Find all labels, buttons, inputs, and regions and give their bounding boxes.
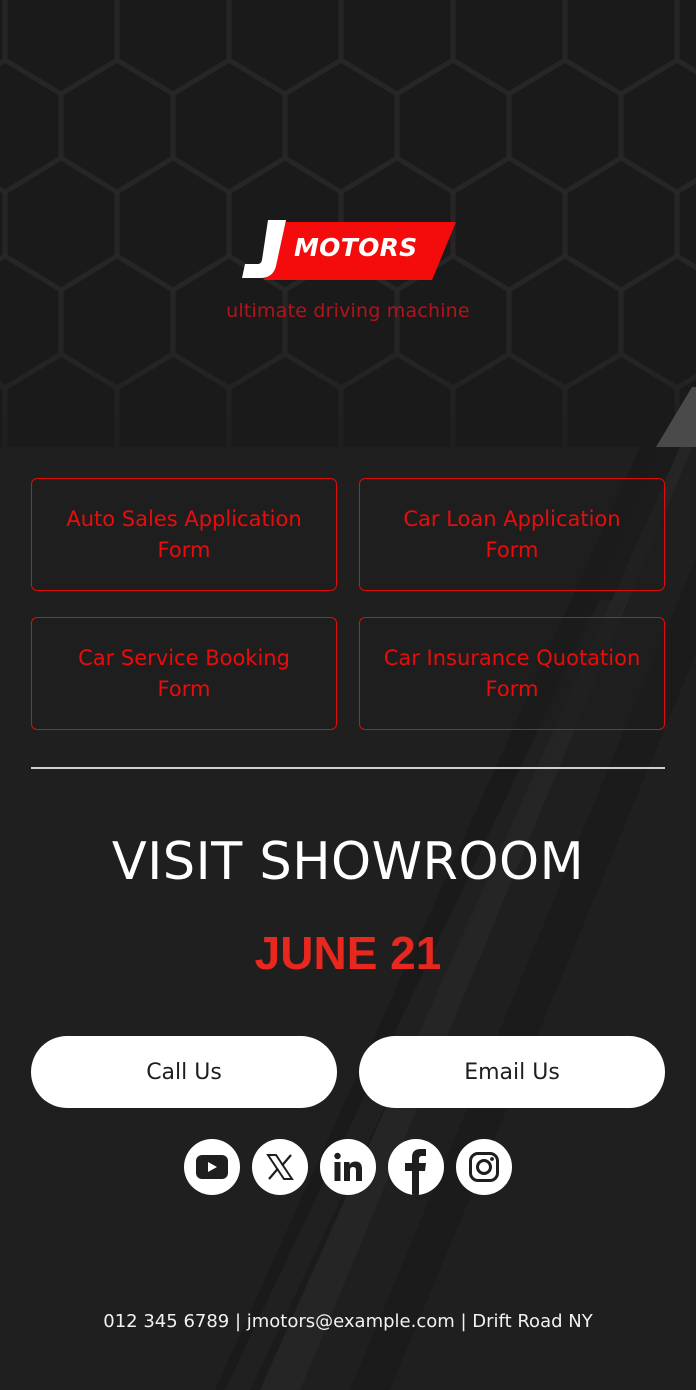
- hexagon-cell: [2, 0, 120, 97]
- email-us-button[interactable]: Email Us: [359, 1036, 665, 1108]
- footer-contact-line: 012 345 6789 | jmotors@example.com | Dri…: [103, 1311, 593, 1332]
- header-corner-accent: [656, 387, 696, 447]
- hexagon-cell: [618, 57, 696, 195]
- header-fade: [0, 327, 696, 447]
- hexagon-cell: [282, 57, 400, 195]
- car-service-form-button[interactable]: Car Service Booking Form: [31, 617, 337, 730]
- linkedin-link[interactable]: [320, 1139, 376, 1195]
- logo-j-mark: [242, 220, 286, 278]
- hexagon-cell: [450, 155, 568, 293]
- hexagon-cell: [562, 0, 680, 97]
- header-banner: MOTORS ultimate driving machine: [0, 0, 696, 447]
- hexagon-cell: [226, 0, 344, 97]
- form-links-grid: Auto Sales Application Form Car Loan App…: [31, 478, 665, 730]
- logo-wordmark: MOTORS: [294, 233, 418, 262]
- auto-sales-form-button[interactable]: Auto Sales Application Form: [31, 478, 337, 591]
- instagram-link[interactable]: [456, 1139, 512, 1195]
- hexagon-cell: [394, 57, 512, 195]
- hexagon-cell: [674, 177, 696, 271]
- instagram-icon: [469, 1152, 499, 1182]
- youtube-link[interactable]: [184, 1139, 240, 1195]
- linkedin-icon: [334, 1152, 362, 1181]
- car-loan-form-button[interactable]: Car Loan Application Form: [359, 478, 665, 591]
- hexagon-cell: [674, 0, 696, 75]
- hexagon-cell: [58, 57, 176, 195]
- facebook-link[interactable]: [388, 1139, 444, 1195]
- social-links: [0, 1139, 696, 1195]
- hexagon-cell: [506, 57, 624, 195]
- page: MOTORS ultimate driving machine Auto Sal…: [0, 0, 696, 1390]
- brand-tagline: ultimate driving machine: [226, 300, 470, 322]
- contact-buttons: Call Us Email Us: [31, 1036, 665, 1108]
- event-date: JUNE 21: [254, 927, 442, 979]
- hexagon-cell: [170, 57, 288, 195]
- car-insurance-form-button[interactable]: Car Insurance Quotation Form: [359, 617, 665, 730]
- x-icon: [266, 1154, 294, 1180]
- hexagon-cell: [0, 57, 64, 195]
- hexagon-cell: [114, 0, 232, 97]
- section-divider: [31, 767, 665, 769]
- brand-logo[interactable]: MOTORS: [238, 220, 460, 284]
- facebook-icon: [405, 1149, 426, 1195]
- call-us-button[interactable]: Call Us: [31, 1036, 337, 1108]
- youtube-icon: [196, 1155, 228, 1179]
- hexagon-cell: [562, 155, 680, 293]
- hexagon-cell: [2, 155, 120, 293]
- hexagon-cell: [114, 155, 232, 293]
- hexagon-cell: [338, 0, 456, 97]
- event-title: VISIT SHOWROOM: [111, 832, 585, 892]
- hexagon-cell: [450, 0, 568, 97]
- x-link[interactable]: [252, 1139, 308, 1195]
